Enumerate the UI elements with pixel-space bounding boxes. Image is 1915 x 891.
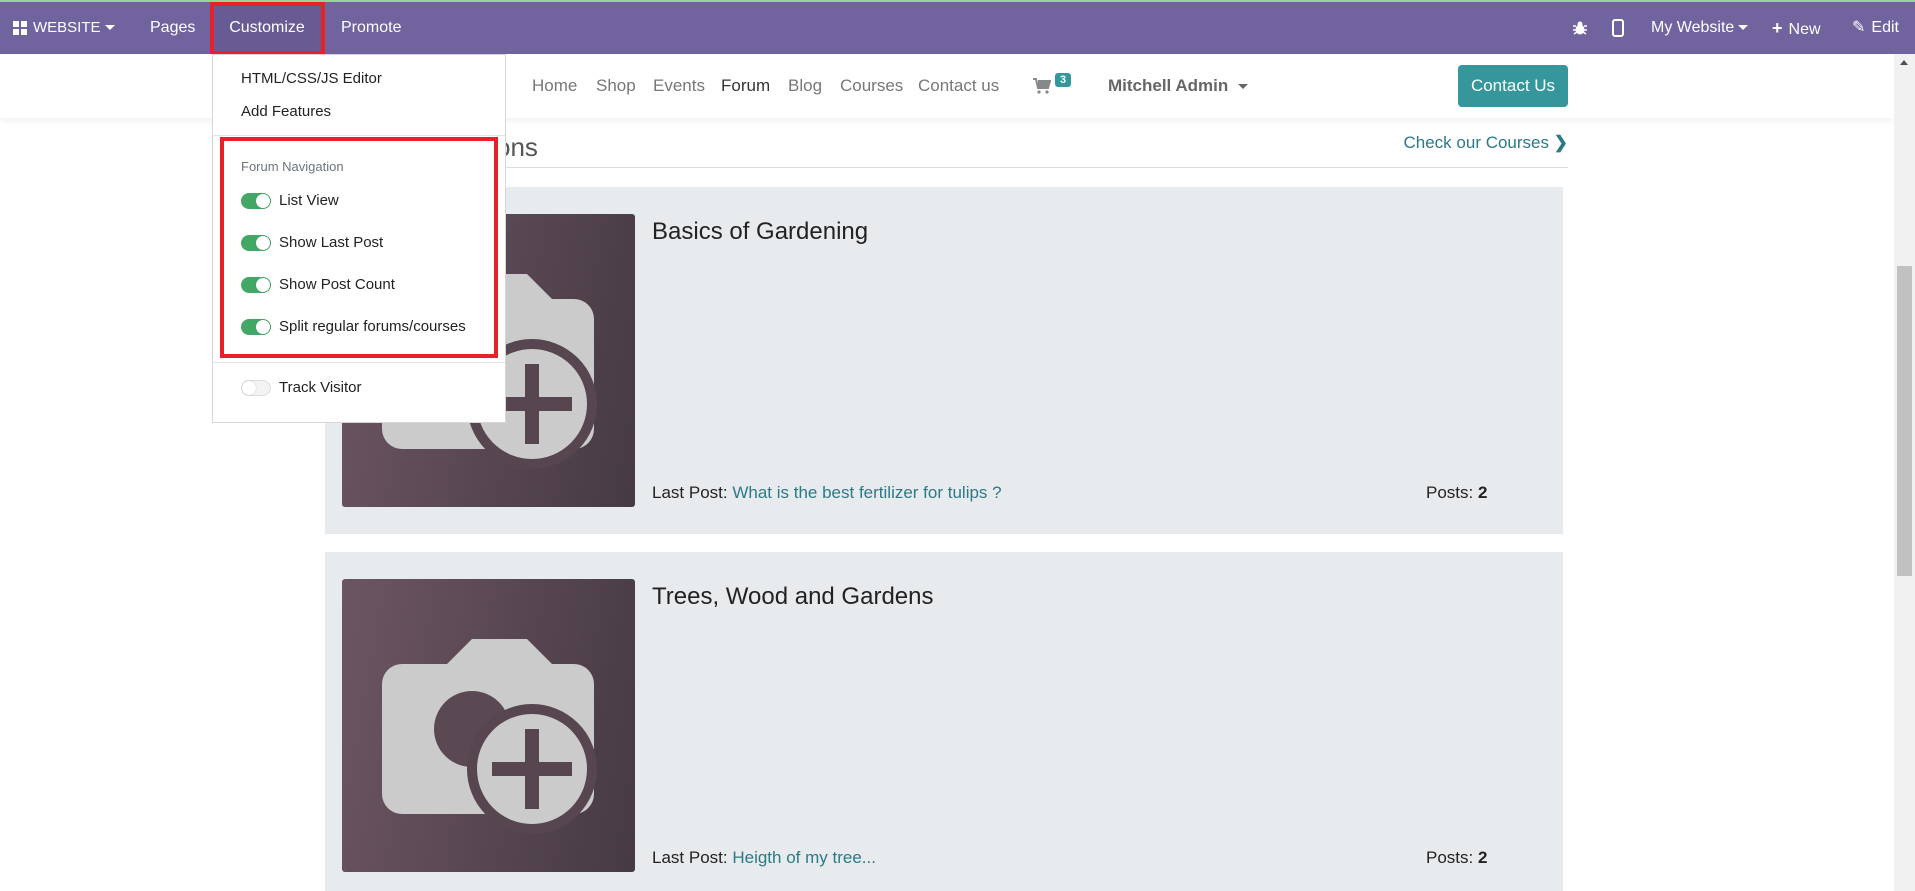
posts-label: Posts: [1426,848,1474,867]
cart-count-badge: 3 [1055,73,1072,87]
promote-menu[interactable]: Promote [341,2,401,54]
apps-grid-icon [13,20,27,35]
caret-down-icon [104,25,115,31]
forum-title[interactable]: Basics of Gardening [652,218,868,246]
pencil-icon: ✎ [1852,19,1866,36]
nav-blog[interactable]: Blog [788,76,822,96]
post-count: Posts: 2 [1426,848,1487,868]
caret-down-icon [1238,84,1249,90]
camera-plus-icon [342,579,635,872]
mobile-preview-icon[interactable] [1612,2,1624,54]
nav-shop[interactable]: Shop [596,76,636,96]
posts-label: Posts: [1426,483,1474,502]
last-post: Last Post: What is the best fertilizer f… [652,483,1002,503]
edit-button[interactable]: ✎ Edit [1852,2,1899,54]
menu-divider [213,362,505,363]
menu-divider [213,135,505,136]
user-menu[interactable]: Mitchell Admin [1108,76,1249,96]
contact-us-button[interactable]: Contact Us [1458,65,1568,107]
edit-label: Edit [1871,19,1899,36]
nav-events[interactable]: Events [653,76,705,96]
my-website-menu[interactable]: My Website [1651,2,1749,54]
last-post-link[interactable]: What is the best fertilizer for tulips ? [732,483,1001,502]
nav-forum[interactable]: Forum [721,76,770,96]
forum-card: Basics of Gardening Last Post: What is t… [325,187,1563,534]
caret-down-icon [1738,25,1749,31]
chevron-right-icon: ❯ [1553,133,1568,152]
website-label: WEBSITE [33,19,101,36]
nav-home[interactable]: Home [532,76,577,96]
last-post-label: Last Post: [652,483,728,502]
forum-card: Trees, Wood and Gardens Last Post: Heigt… [325,552,1563,891]
last-post-link[interactable]: Heigth of my tree... [732,848,876,867]
plus-icon: + [1772,18,1783,38]
nav-contact[interactable]: Contact us [918,76,999,96]
menu-item-html-editor[interactable]: HTML/CSS/JS Editor [241,70,382,87]
check-courses-label: Check our Courses [1403,133,1550,152]
nav-courses[interactable]: Courses [840,76,903,96]
highlight-box-forum-navigation [220,137,498,358]
user-name: Mitchell Admin [1108,76,1229,95]
last-post-label: Last Post: [652,848,728,867]
bug-icon[interactable] [1572,2,1588,54]
forum-title[interactable]: Trees, Wood and Gardens [652,583,933,611]
posts-value: 2 [1477,483,1488,502]
highlight-box-customize [210,2,325,55]
check-courses-link[interactable]: Check our Courses ❯ [1404,133,1569,153]
scrollbar-thumb[interactable] [1897,266,1912,576]
new-button[interactable]: + New [1772,2,1821,54]
toggle-label[interactable]: Track Visitor [279,379,362,396]
post-count: Posts: 2 [1426,483,1487,503]
my-website-label: My Website [1651,19,1735,36]
pages-menu[interactable]: Pages [150,2,195,54]
new-label: New [1788,21,1821,38]
menu-item-add-features[interactable]: Add Features [241,103,331,120]
toggle-track-visitor[interactable] [241,380,271,396]
last-post: Last Post: Heigth of my tree... [652,848,876,868]
section-divider [325,167,1568,168]
cart-icon[interactable] [1033,78,1052,99]
website-menu[interactable]: WEBSITE [13,2,115,54]
scroll-up-arrow-icon[interactable] [1900,60,1908,65]
posts-value: 2 [1477,848,1488,867]
